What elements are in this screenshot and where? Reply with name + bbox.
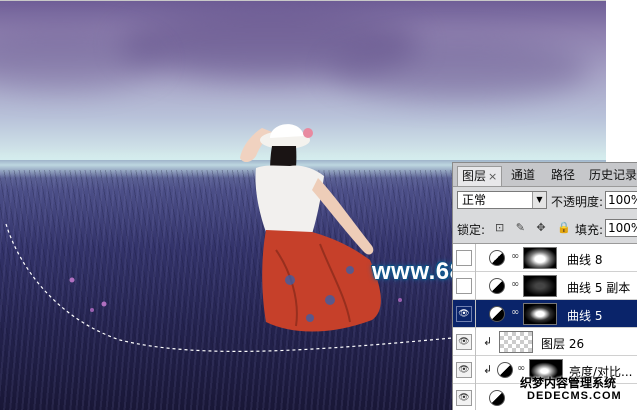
lock-fill-row: 锁定: ⊡ ✎ ✥ 🔒 填充: 100% bbox=[453, 218, 637, 240]
fill-field[interactable]: 100% bbox=[605, 219, 637, 237]
lock-icons[interactable]: ⊡ ✎ ✥ 🔒 bbox=[495, 221, 575, 234]
divider bbox=[475, 384, 476, 410]
tab-history-label: 历史记录 bbox=[589, 168, 637, 182]
panel-tab-bar: 图层 × 通道 路径 历史记录 bbox=[453, 163, 637, 187]
link-icon[interactable]: ∞ bbox=[511, 251, 519, 262]
visibility-eye-icon[interactable] bbox=[456, 278, 472, 294]
tab-paths[interactable]: 路径 bbox=[547, 166, 579, 186]
layer-row-selected[interactable]: 👁 ∞ 曲线 5 bbox=[453, 300, 637, 328]
chevron-down-icon[interactable]: ▼ bbox=[532, 192, 546, 208]
curves-adjustment-icon bbox=[489, 306, 505, 322]
layer-row[interactable]: ∞ 曲线 5 副本 bbox=[453, 272, 637, 300]
visibility-eye-icon[interactable]: 👁 bbox=[456, 334, 472, 350]
visibility-eye-icon[interactable]: 👁 bbox=[456, 362, 472, 378]
opacity-label: 不透明度: bbox=[551, 195, 604, 209]
clipping-arrow-icon: ↲ bbox=[483, 363, 493, 376]
tab-channels-label: 通道 bbox=[511, 168, 536, 182]
tab-layers[interactable]: 图层 × bbox=[457, 166, 503, 186]
divider bbox=[475, 244, 476, 272]
layer-name: 曲线 5 副本 bbox=[567, 281, 631, 295]
tab-paths-label: 路径 bbox=[551, 168, 576, 182]
site-watermark-en: DEDECMS.COM bbox=[527, 390, 622, 402]
layer-thumbnail[interactable] bbox=[499, 331, 533, 353]
layers-panel: 图层× 通道 路径 历史记录 正常 ▼ 不透明度: 100% 锁定: ⊡ ✎ ✥… bbox=[452, 162, 637, 410]
layer-name: 曲线 5 bbox=[567, 309, 603, 323]
divider bbox=[475, 300, 476, 328]
curves-adjustment-icon bbox=[489, 250, 505, 266]
layer-row[interactable]: ∞ 曲线 8 bbox=[453, 244, 637, 272]
close-icon[interactable]: × bbox=[488, 170, 497, 183]
tab-layers-label: 图层 bbox=[462, 169, 487, 183]
site-watermark-cn: 织梦内容管理系统 bbox=[520, 376, 617, 390]
link-icon[interactable]: ∞ bbox=[511, 279, 519, 290]
adjustment-icon bbox=[489, 390, 505, 406]
tab-history[interactable]: 历史记录 bbox=[585, 166, 637, 186]
blend-opacity-row: 正常 ▼ 不透明度: 100% bbox=[453, 190, 637, 212]
visibility-eye-icon[interactable]: 👁 bbox=[456, 390, 472, 406]
curves-adjustment-icon bbox=[489, 278, 505, 294]
divider bbox=[475, 328, 476, 356]
layer-row[interactable]: 👁 ↲ 图层 26 bbox=[453, 328, 637, 356]
visibility-eye-icon[interactable] bbox=[456, 250, 472, 266]
divider bbox=[475, 356, 476, 384]
opacity-field[interactable]: 100% bbox=[605, 191, 637, 209]
visibility-eye-icon[interactable]: 👁 bbox=[456, 306, 472, 322]
link-icon[interactable]: ∞ bbox=[511, 307, 519, 318]
blend-mode-select[interactable]: 正常 ▼ bbox=[457, 191, 547, 209]
layer-mask-thumbnail[interactable] bbox=[523, 303, 557, 325]
layer-mask-thumbnail[interactable] bbox=[523, 247, 557, 269]
layer-name: 曲线 8 bbox=[567, 253, 603, 267]
layer-name: 图层 26 bbox=[541, 337, 585, 351]
divider bbox=[475, 272, 476, 300]
tab-channels[interactable]: 通道 bbox=[507, 166, 539, 186]
lock-label: 锁定: bbox=[457, 223, 486, 237]
link-icon[interactable]: ∞ bbox=[517, 363, 525, 374]
blend-mode-value: 正常 bbox=[462, 193, 487, 207]
fill-label: 填充: bbox=[575, 223, 604, 237]
brightness-adjustment-icon bbox=[497, 362, 513, 378]
layer-mask-thumbnail[interactable] bbox=[523, 275, 557, 297]
clipping-arrow-icon: ↲ bbox=[483, 335, 493, 348]
